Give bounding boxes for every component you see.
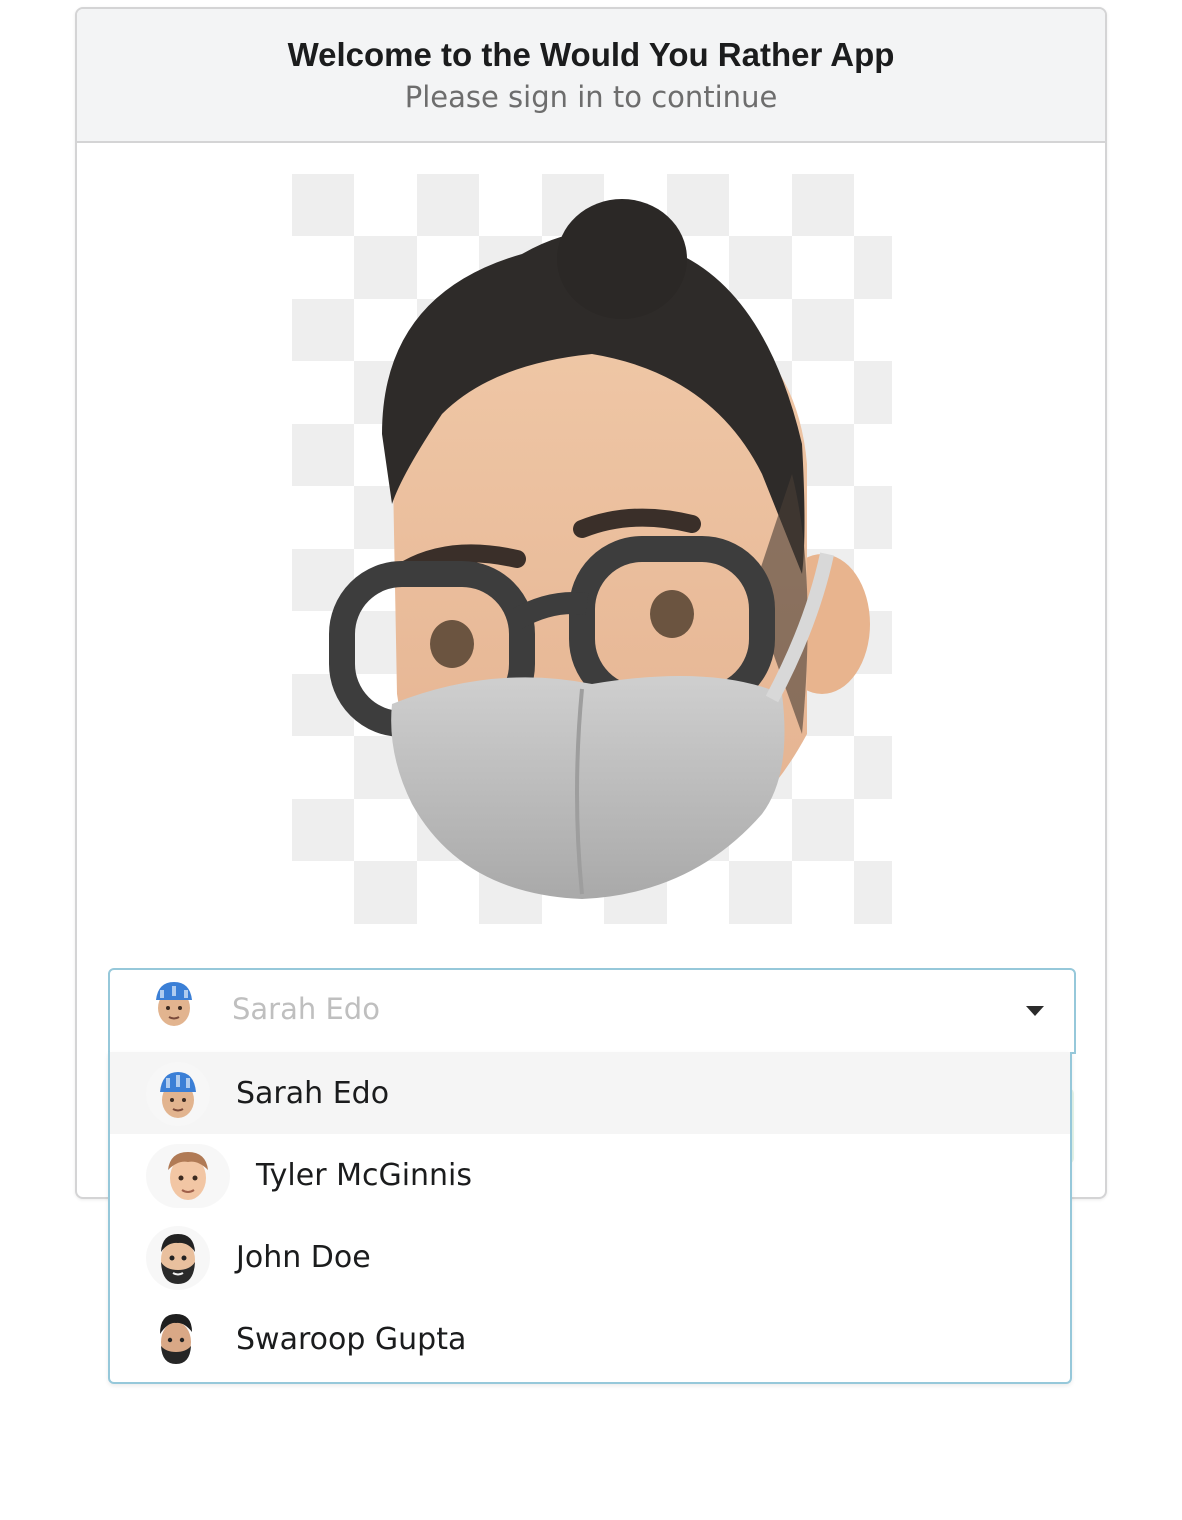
option-label: John Doe — [236, 1240, 371, 1275]
option-label: Sarah Edo — [236, 1076, 390, 1111]
card-header: Welcome to the Would You Rather App Plea… — [77, 9, 1105, 143]
avatar-swaroop-icon — [146, 1308, 210, 1372]
dropdown-selected-text: Sarah Edo — [232, 992, 380, 1026]
caret-down-icon[interactable] — [1026, 1006, 1044, 1016]
option-label: Swaroop Gupta — [236, 1322, 467, 1357]
memoji-avatar-with-glasses-and-mask-icon — [292, 174, 892, 924]
avatar-john-icon — [146, 1226, 210, 1290]
dropdown-option-tyler-mcginnis[interactable]: Tyler McGinnis — [110, 1134, 1070, 1216]
user-select-dropdown[interactable]: Sarah Edo — [108, 968, 1076, 1054]
dropdown-option-john-doe[interactable]: John Doe — [110, 1216, 1070, 1298]
dropdown-menu: Sarah Edo Tyler McGinnis John Doe Swaroo… — [108, 1052, 1072, 1384]
dropdown-option-swaroop-gupta[interactable]: Swaroop Gupta — [110, 1298, 1070, 1380]
option-label: Tyler McGinnis — [256, 1158, 473, 1193]
avatar-sarah-icon — [146, 1062, 210, 1126]
avatar-sarah-icon — [150, 978, 198, 1030]
page-title: Welcome to the Would You Rather App — [287, 36, 895, 73]
page-subtitle: Please sign in to continue — [404, 80, 778, 114]
avatar-tyler-icon — [146, 1144, 230, 1208]
dropdown-option-sarah-edo[interactable]: Sarah Edo — [110, 1052, 1070, 1134]
